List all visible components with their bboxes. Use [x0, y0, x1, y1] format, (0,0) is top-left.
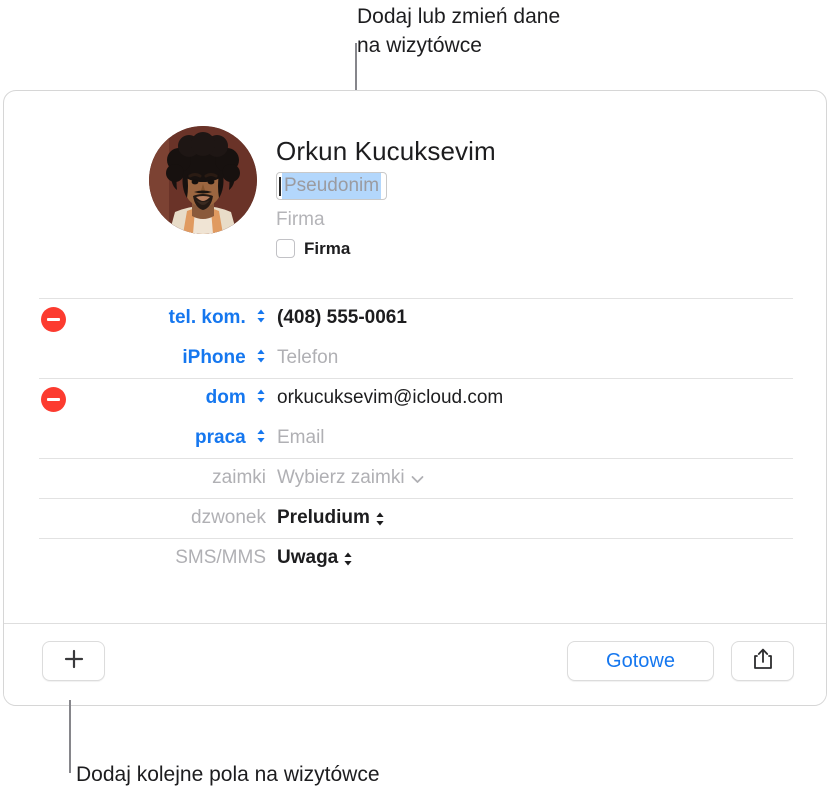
share-icon: [752, 647, 774, 676]
field-label-text-tone: SMS/MMS: [175, 547, 266, 568]
company-input[interactable]: Firma: [276, 208, 496, 231]
field-label-text: dom: [205, 387, 246, 408]
text-cursor: [279, 176, 281, 196]
share-button[interactable]: [731, 641, 794, 681]
stepper-icon[interactable]: [256, 388, 266, 404]
stepper-icon[interactable]: [343, 551, 353, 567]
callout-bottom-label: Dodaj kolejne pola na wizytówce: [76, 763, 380, 786]
card-toolbar: Gotowe: [4, 623, 826, 705]
callout-bottom-leader-line: [69, 700, 71, 773]
field-row-iphone[interactable]: iPhone Telefon: [4, 338, 826, 378]
stepper-icon[interactable]: [256, 308, 266, 324]
field-value-ringtone[interactable]: Preludium: [277, 507, 385, 529]
field-label-text: iPhone: [182, 347, 246, 368]
field-label-email-home[interactable]: dom: [124, 387, 266, 409]
avatar[interactable]: [149, 126, 257, 234]
field-label-iphone[interactable]: iPhone: [124, 347, 266, 369]
field-group-bottom-spacer: [4, 578, 826, 590]
field-group-ringtone: dzwonek Preludium: [4, 498, 826, 538]
field-group-text-tone: SMS/MMS Uwaga: [4, 538, 826, 590]
name-block: Orkun Kucuksevim Pseudonim Firma Firma: [276, 136, 496, 259]
company-checkbox-label: Firma: [304, 238, 351, 258]
field-value-pronouns[interactable]: Wybierz zaimki: [277, 467, 424, 489]
field-value-text: Wybierz zaimki: [277, 467, 405, 488]
company-checkbox[interactable]: [276, 239, 295, 258]
field-row-email-home[interactable]: dom orkucuksevim@icloud.com: [4, 378, 826, 418]
nickname-input[interactable]: Pseudonim: [276, 172, 388, 200]
company-checkbox-row[interactable]: Firma: [276, 239, 496, 259]
callout-top-label: Dodaj lub zmień dane na wizytówce: [357, 5, 561, 57]
field-label-ringtone: dzwonek: [191, 507, 266, 528]
chevron-down-icon[interactable]: [411, 468, 424, 490]
field-row-email-work[interactable]: praca Email: [4, 418, 826, 458]
field-label-email-work[interactable]: praca: [124, 427, 266, 449]
field-value-mobile-phone[interactable]: (408) 555-0061: [277, 307, 407, 329]
done-button-label: Gotowe: [606, 649, 675, 672]
field-row-text-tone[interactable]: SMS/MMS Uwaga: [4, 538, 826, 578]
field-value-email-work[interactable]: Email: [277, 427, 325, 449]
contact-card: Orkun Kucuksevim Pseudonim Firma Firma t…: [3, 90, 827, 706]
field-row-pronouns[interactable]: zaimki Wybierz zaimki: [4, 458, 826, 498]
contact-identity-section: Orkun Kucuksevim Pseudonim Firma Firma: [4, 91, 826, 298]
nickname-placeholder-text: Pseudonim: [282, 173, 382, 199]
done-button[interactable]: Gotowe: [567, 641, 714, 681]
field-row-mobile-phone[interactable]: tel. kom. (408) 555-0061: [4, 298, 826, 338]
field-value-text: Uwaga: [277, 547, 339, 568]
field-label-text: tel. kom.: [168, 307, 246, 328]
stepper-icon[interactable]: [256, 428, 266, 444]
field-group-phone: tel. kom. (408) 555-0061 iPhone Telefon: [4, 298, 826, 378]
plus-icon: [63, 648, 85, 675]
field-row-ringtone[interactable]: dzwonek Preludium: [4, 498, 826, 538]
field-label-text: praca: [195, 427, 246, 448]
field-label-pronouns: zaimki: [212, 467, 266, 488]
add-field-button[interactable]: [42, 641, 105, 681]
field-value-iphone[interactable]: Telefon: [277, 347, 338, 369]
contact-fields-section: tel. kom. (408) 555-0061 iPhone Telefon: [4, 298, 826, 590]
stepper-icon[interactable]: [375, 511, 385, 527]
field-value-text: Preludium: [277, 507, 370, 528]
field-value-text-tone[interactable]: Uwaga: [277, 547, 353, 569]
stepper-icon[interactable]: [256, 348, 266, 364]
field-label-mobile-phone[interactable]: tel. kom.: [124, 307, 266, 329]
field-group-pronouns: zaimki Wybierz zaimki: [4, 458, 826, 498]
field-group-email: dom orkucuksevim@icloud.com praca Email: [4, 378, 826, 458]
contact-name[interactable]: Orkun Kucuksevim: [276, 136, 496, 166]
field-value-email-home[interactable]: orkucuksevim@icloud.com: [277, 387, 503, 409]
